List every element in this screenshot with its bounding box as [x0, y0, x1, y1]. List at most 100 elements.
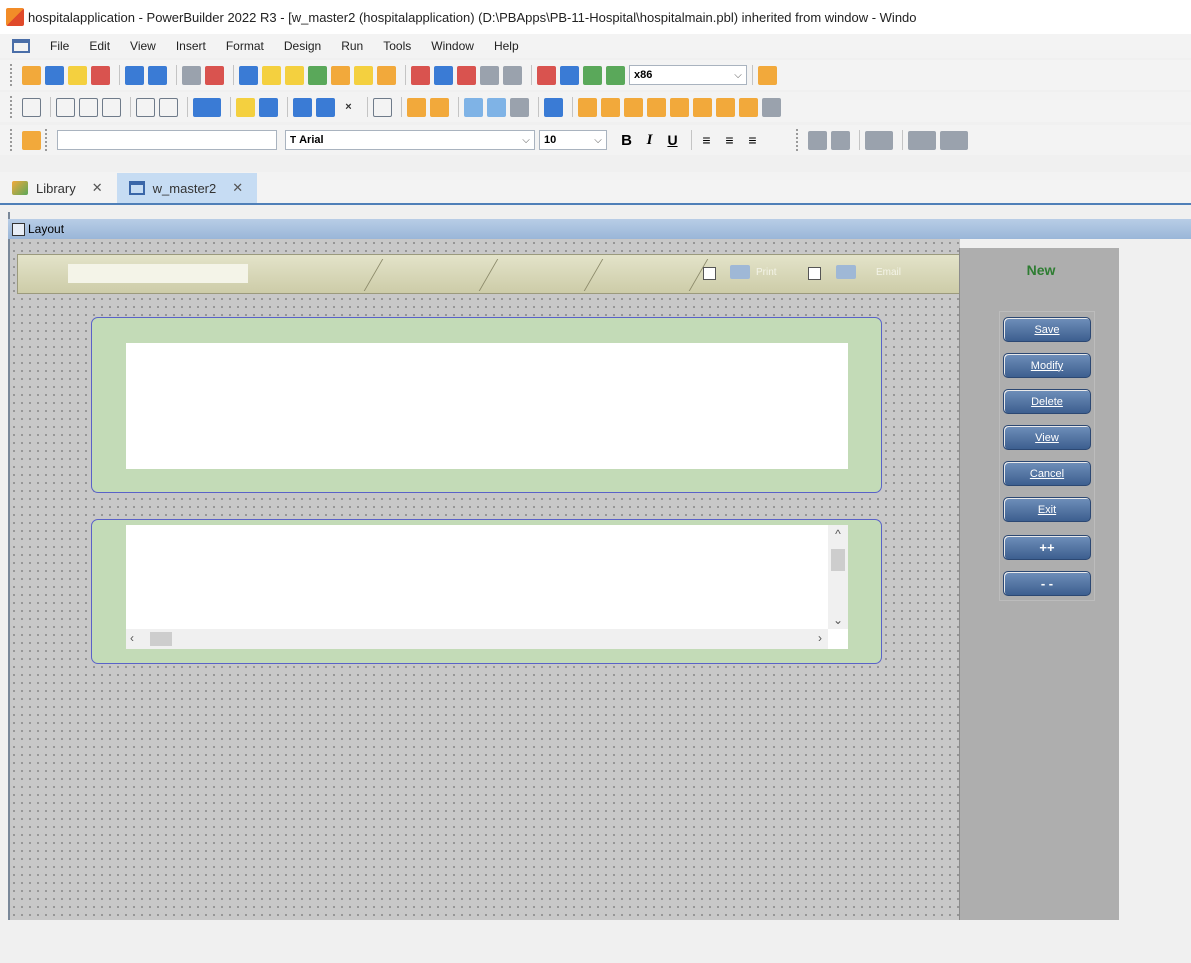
list-icon[interactable] — [239, 65, 258, 85]
menu-design[interactable]: Design — [274, 39, 331, 53]
inherit-icon[interactable] — [45, 65, 64, 85]
header-title-field[interactable] — [68, 264, 248, 283]
menu-insert[interactable]: Insert — [166, 39, 216, 53]
vertical-scrollbar[interactable]: ^ ⌄ — [828, 525, 848, 629]
run-window-icon[interactable] — [411, 65, 430, 85]
zoom-icon[interactable] — [464, 97, 483, 117]
modify-button[interactable]: Modify — [1003, 353, 1091, 378]
delete-button[interactable]: Delete — [1003, 389, 1091, 414]
browser-icon[interactable] — [182, 65, 201, 85]
open-icon[interactable] — [68, 65, 87, 85]
menu-tools[interactable]: Tools — [373, 39, 421, 53]
close-icon[interactable]: ✕ — [232, 180, 243, 196]
window-doc-icon[interactable] — [12, 39, 30, 53]
menu-format[interactable]: Format — [216, 39, 274, 53]
step-icon[interactable] — [560, 65, 579, 85]
italic-button[interactable]: I — [640, 131, 659, 150]
copy-icon[interactable] — [79, 97, 98, 117]
send-back-icon[interactable] — [430, 97, 449, 117]
align-center-icon[interactable]: ≡ — [720, 131, 739, 150]
library-icon[interactable] — [308, 65, 327, 85]
exit-button[interactable]: Exit — [1003, 497, 1091, 522]
border-dropdown-icon[interactable] — [865, 130, 893, 150]
find-icon[interactable] — [262, 65, 281, 85]
paste-icon[interactable] — [102, 97, 121, 117]
tab-w-master2[interactable]: w_master2 ✕ — [116, 173, 258, 203]
obj-6-icon[interactable] — [693, 97, 712, 117]
align-right-icon[interactable]: ≡ — [743, 131, 762, 150]
library-list-icon[interactable] — [91, 65, 110, 85]
save-button[interactable]: Save — [1003, 317, 1091, 342]
bgcolor-dropdown-icon[interactable] — [908, 130, 936, 150]
run-icon[interactable] — [457, 65, 476, 85]
menu-help[interactable]: Help — [484, 39, 529, 53]
previous-record-button[interactable]: - - — [1003, 571, 1091, 596]
properties-icon[interactable] — [22, 130, 41, 150]
scroll-down-icon[interactable]: ⌄ — [828, 611, 848, 629]
play-icon[interactable] — [583, 65, 602, 85]
obj-9-icon[interactable] — [762, 97, 781, 117]
size-icon[interactable] — [316, 97, 335, 117]
deploy-icon[interactable] — [148, 65, 167, 85]
obj-1-icon[interactable] — [578, 97, 597, 117]
exit-icon[interactable] — [758, 65, 777, 85]
redo-icon[interactable] — [159, 97, 178, 117]
textcolor-dropdown-icon[interactable] — [940, 130, 968, 150]
menu-view[interactable]: View — [120, 39, 166, 53]
toolbar-grip[interactable] — [45, 129, 51, 151]
scroll-left-icon[interactable]: ‹ — [130, 631, 134, 645]
tab-order-icon[interactable] — [236, 97, 255, 117]
new-icon[interactable] — [22, 65, 41, 85]
deploy-target-icon[interactable] — [503, 65, 522, 85]
platform-select[interactable]: x86 ⌵ — [629, 65, 747, 85]
stop-icon[interactable] — [537, 65, 556, 85]
text-input[interactable] — [57, 130, 277, 150]
align-left-icon[interactable]: ≡ — [697, 131, 716, 150]
obj-8-icon[interactable] — [739, 97, 758, 117]
tab-library[interactable]: Library ✕ — [0, 173, 117, 203]
close-icon[interactable]: ✕ — [92, 180, 103, 196]
build-icon[interactable] — [480, 65, 499, 85]
cancel-button[interactable]: Cancel — [1003, 461, 1091, 486]
obj-4-icon[interactable] — [647, 97, 666, 117]
script-icon[interactable] — [510, 97, 529, 117]
toolbar-grip[interactable] — [10, 96, 16, 118]
horizontal-scrollbar[interactable]: ‹ › — [126, 629, 828, 649]
edit-source-icon[interactable] — [377, 65, 396, 85]
menu-window[interactable]: Window — [421, 39, 484, 53]
workspace-icon[interactable] — [125, 65, 144, 85]
save-icon[interactable] — [22, 97, 41, 117]
menu-run[interactable]: Run — [331, 39, 373, 53]
scroll-right-icon[interactable]: › — [818, 631, 822, 645]
scroll-thumb[interactable] — [831, 549, 845, 571]
undo-icon[interactable] — [136, 97, 155, 117]
zoom-out-icon[interactable] — [487, 97, 506, 117]
master-datawindow[interactable] — [126, 343, 848, 469]
next-record-button[interactable]: ++ — [1003, 535, 1091, 560]
preview-layout-icon[interactable] — [259, 97, 278, 117]
bring-front-icon[interactable] — [407, 97, 426, 117]
window-header-band[interactable]: Print Email — [17, 254, 960, 294]
font-select[interactable]: T Arial ⌵ — [285, 130, 535, 150]
layer-front-icon[interactable] — [808, 130, 827, 150]
toolbar-grip[interactable] — [10, 64, 16, 86]
grid-icon[interactable] — [373, 97, 392, 117]
underline-button[interactable]: U — [663, 131, 682, 150]
controls-dropdown-icon[interactable] — [193, 97, 221, 117]
layout-view-header[interactable]: Layout — [8, 219, 1191, 239]
scroll-thumb[interactable] — [150, 632, 172, 646]
menu-edit[interactable]: Edit — [79, 39, 120, 53]
debug-run-icon[interactable] — [606, 65, 625, 85]
font-size-select[interactable]: 10 ⌵ — [539, 130, 607, 150]
obj-3-icon[interactable] — [624, 97, 643, 117]
cut-icon[interactable] — [56, 97, 75, 117]
user-object-icon[interactable] — [544, 97, 563, 117]
email-checkbox[interactable] — [808, 267, 821, 280]
obj-7-icon[interactable] — [716, 97, 735, 117]
scroll-up-icon[interactable]: ^ — [828, 525, 848, 543]
obj-2-icon[interactable] — [601, 97, 620, 117]
delete-icon[interactable]: × — [339, 98, 358, 117]
print-checkbox[interactable] — [703, 267, 716, 280]
output-icon[interactable] — [331, 65, 350, 85]
align-icon[interactable] — [293, 97, 312, 117]
